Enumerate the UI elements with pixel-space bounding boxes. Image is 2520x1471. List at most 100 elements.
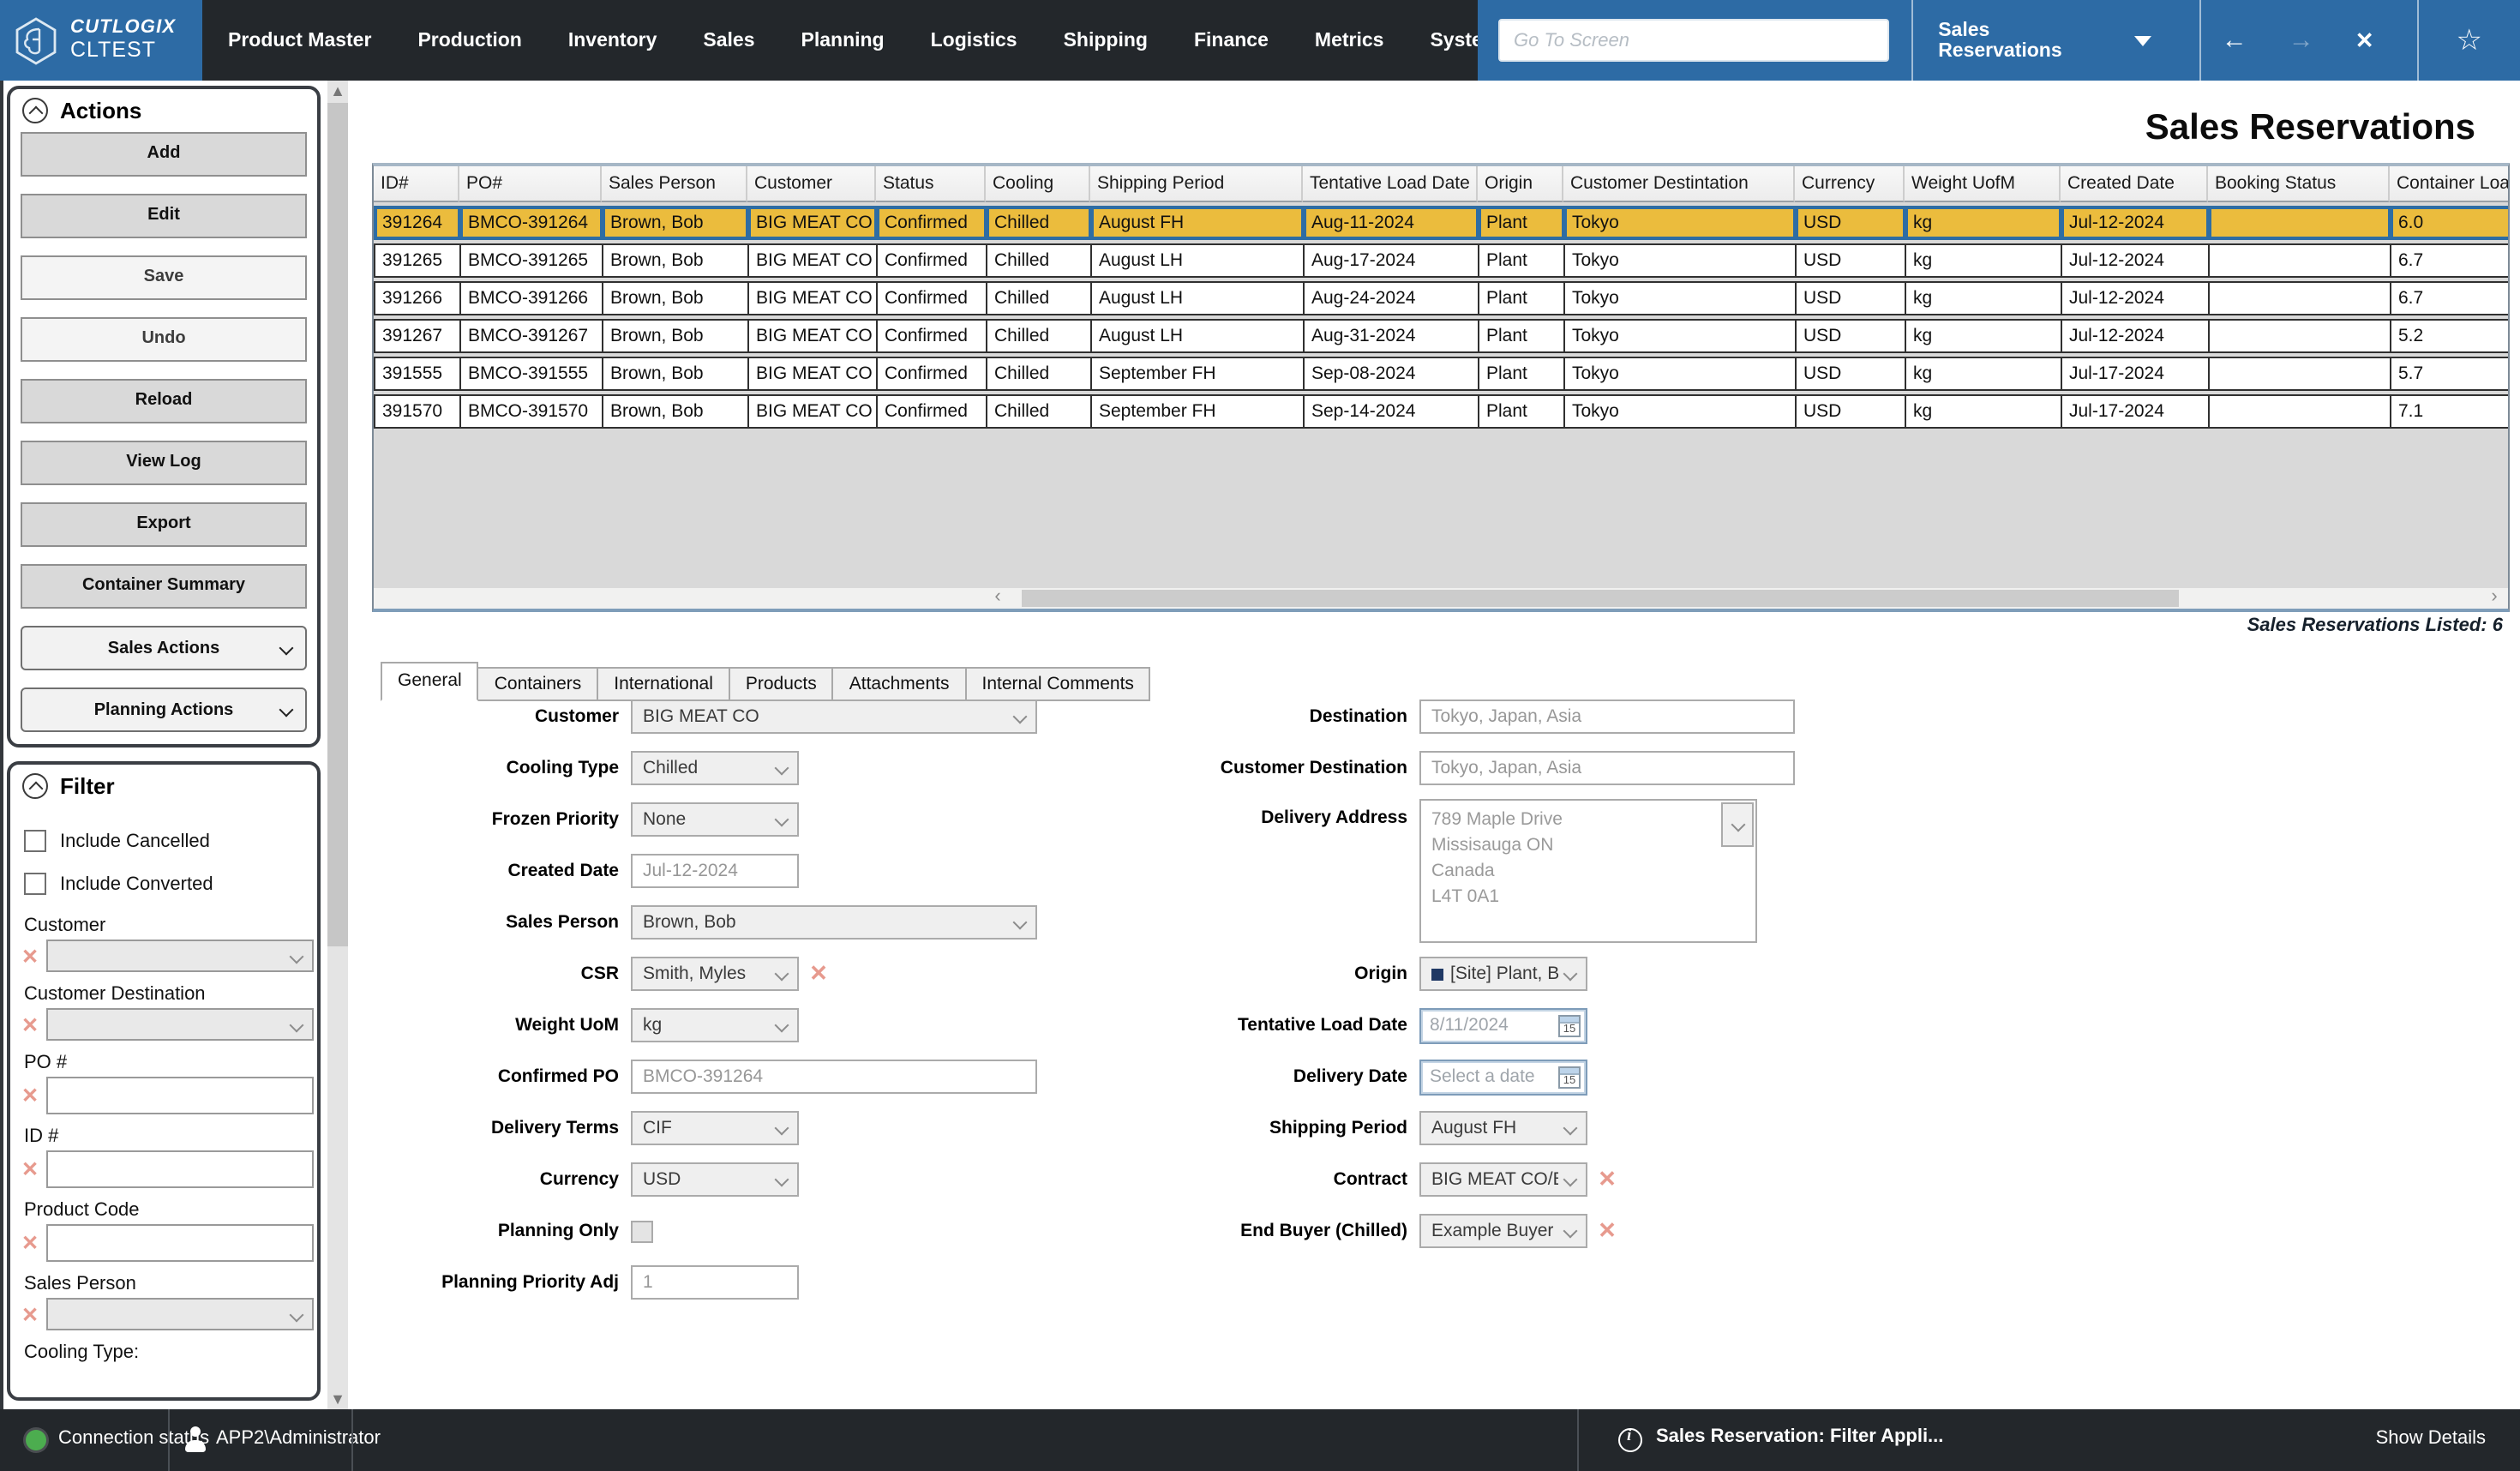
favorite-star-icon[interactable]: ☆ — [2419, 23, 2520, 57]
include-cancelled-checkbox[interactable] — [24, 830, 46, 852]
grid-row-391570[interactable]: 391570BMCO-391570Brown, BobBIG MEAT COCo… — [374, 394, 2510, 429]
grid-row-391555[interactable]: 391555BMCO-391555Brown, BobBIG MEAT COCo… — [374, 357, 2510, 391]
customer-destination-filter-select[interactable] — [46, 1008, 314, 1041]
clear-icon[interactable]: ✕ — [17, 1302, 43, 1326]
currency-select[interactable]: USD — [631, 1162, 799, 1197]
grid-row-391267[interactable]: 391267BMCO-391267Brown, BobBIG MEAT COCo… — [374, 319, 2510, 353]
end-buyer-chilled-select[interactable]: Example Buyer — [1419, 1214, 1587, 1248]
menu-item-planning[interactable]: Planning — [801, 30, 885, 51]
sales-actions-dropdown[interactable]: Sales Actions — [21, 626, 307, 670]
menu-item-finance[interactable]: Finance — [1194, 30, 1269, 51]
edit-button[interactable]: Edit — [21, 194, 307, 238]
column-header-weight-uofm[interactable]: Weight UofM — [1905, 166, 2061, 202]
tentative-load-date-input[interactable]: 8/11/202415 — [1419, 1007, 1587, 1043]
menu-item-metrics[interactable]: Metrics — [1315, 30, 1384, 51]
clear-icon[interactable]: ✕ — [806, 960, 831, 988]
po-filter-input[interactable] — [46, 1077, 314, 1114]
product-code-filter-input[interactable] — [46, 1224, 314, 1262]
menu-item-product-master[interactable]: Product Master — [228, 30, 371, 51]
column-header-cooling[interactable]: Cooling — [986, 166, 1090, 202]
column-header-sales-person[interactable]: Sales Person — [602, 166, 747, 202]
show-details-link[interactable]: Show Details — [2376, 1428, 2486, 1449]
sidebar-scrollbar[interactable]: ▲ ▼ — [327, 81, 348, 1409]
clear-icon[interactable]: ✕ — [17, 1231, 43, 1255]
column-header-id[interactable]: ID# — [374, 166, 459, 202]
column-header-origin[interactable]: Origin — [1478, 166, 1563, 202]
menu-item-production[interactable]: Production — [417, 30, 521, 51]
container-summary-button[interactable]: Container Summary — [21, 564, 307, 609]
back-arrow-icon[interactable]: ← — [2201, 26, 2268, 55]
calendar-icon[interactable]: 15 — [1558, 1066, 1581, 1088]
calendar-icon[interactable]: 15 — [1558, 1014, 1581, 1036]
export-button[interactable]: Export — [21, 502, 307, 547]
column-header-tentative-load-date[interactable]: Tentative Load Date — [1303, 166, 1478, 202]
grid-hscroll-thumb[interactable] — [1022, 590, 2179, 607]
destination-input[interactable]: Tokyo, Japan, Asia — [1419, 699, 1795, 734]
sales-person-select[interactable]: Brown, Bob — [631, 905, 1037, 940]
clear-icon[interactable]: ✕ — [1594, 1166, 1620, 1193]
frozen-priority-select[interactable]: None — [631, 802, 799, 837]
menu-item-shipping[interactable]: Shipping — [1064, 30, 1148, 51]
customer-select[interactable]: BIG MEAT CO — [631, 699, 1037, 734]
delivery-terms-select[interactable]: CIF — [631, 1111, 799, 1145]
save-button[interactable]: Save — [21, 255, 307, 300]
status-message[interactable]: Sales Reservation: Filter Appli... — [1656, 1426, 1943, 1447]
undo-button[interactable]: Undo — [21, 317, 307, 362]
menu-item-logistics[interactable]: Logistics — [931, 30, 1017, 51]
close-screen-icon[interactable]: ✕ — [2335, 27, 2395, 54]
include-converted-checkbox[interactable] — [24, 873, 46, 895]
delivery-date-input[interactable]: Select a date15 — [1419, 1059, 1587, 1095]
id-filter-input[interactable] — [46, 1150, 314, 1188]
tab-general[interactable]: General — [381, 662, 479, 701]
created-date-input[interactable]: Jul-12-2024 — [631, 854, 799, 888]
scroll-down-icon[interactable]: ▼ — [327, 1389, 348, 1409]
column-header-container-load[interactable]: Container Load — [2390, 166, 2510, 202]
column-header-customer-destintation[interactable]: Customer Destintation — [1563, 166, 1795, 202]
confirmed-po-input[interactable]: BMCO-391264 — [631, 1060, 1037, 1094]
clear-icon[interactable]: ✕ — [17, 944, 43, 968]
scroll-right-icon[interactable]: › — [2484, 588, 2505, 609]
view-log-button[interactable]: View Log — [21, 441, 307, 485]
go-to-screen-input[interactable] — [1498, 19, 1888, 62]
contract-select[interactable]: BIG MEAT CO/B — [1419, 1162, 1587, 1197]
sales-person-filter-select[interactable] — [46, 1298, 314, 1330]
grid-horizontal-scrollbar[interactable]: ‹ › — [374, 588, 2508, 609]
column-header-customer[interactable]: Customer — [747, 166, 876, 202]
planning-actions-dropdown[interactable]: Planning Actions — [21, 687, 307, 732]
weight-uom-select[interactable]: kg — [631, 1008, 799, 1042]
cooling-type-select[interactable]: Chilled — [631, 751, 799, 785]
menu-item-sales[interactable]: Sales — [703, 30, 754, 51]
collapse-chevron-icon[interactable] — [22, 773, 48, 799]
planning-only-checkbox[interactable] — [631, 1220, 653, 1242]
clear-icon[interactable]: ✕ — [17, 1157, 43, 1181]
column-header-created-date[interactable]: Created Date — [2061, 166, 2208, 202]
planning-priority-adj-input[interactable]: 1 — [631, 1265, 799, 1300]
csr-select[interactable]: Smith, Myles — [631, 957, 799, 991]
customer-filter-select[interactable] — [46, 940, 314, 972]
column-header-currency[interactable]: Currency — [1795, 166, 1905, 202]
column-header-status[interactable]: Status — [876, 166, 986, 202]
grid-row-391266[interactable]: 391266BMCO-391266Brown, BobBIG MEAT COCo… — [374, 281, 2510, 315]
grid-row-391265[interactable]: 391265BMCO-391265Brown, BobBIG MEAT COCo… — [374, 243, 2510, 278]
customer-destination-input[interactable]: Tokyo, Japan, Asia — [1419, 751, 1795, 785]
scroll-up-icon[interactable]: ▲ — [327, 81, 348, 101]
scroll-left-icon[interactable]: ‹ — [987, 588, 1008, 609]
collapse-chevron-icon[interactable] — [22, 98, 48, 123]
shipping-period-select[interactable]: August FH — [1419, 1111, 1587, 1145]
add-button[interactable]: Add — [21, 132, 307, 177]
clear-icon[interactable]: ✕ — [17, 1084, 43, 1108]
clear-icon[interactable]: ✕ — [1594, 1217, 1620, 1245]
grid-row-391264[interactable]: 391264BMCO-391264Brown, BobBIG MEAT COCo… — [374, 206, 2510, 240]
sidebar-scrollbar-thumb[interactable] — [327, 103, 348, 946]
delivery-address-textarea[interactable]: 789 Maple DriveMissisauga ONCanadaL4T 0A… — [1419, 799, 1757, 943]
screen-selector-dropdown[interactable]: Sales Reservations — [1912, 20, 2177, 61]
origin-select[interactable]: [Site] Plant, B — [1419, 957, 1587, 991]
delivery-address-dropdown-button[interactable] — [1721, 802, 1754, 847]
clear-icon[interactable]: ✕ — [17, 1012, 43, 1036]
reload-button[interactable]: Reload — [21, 379, 307, 423]
column-header-booking-status[interactable]: Booking Status — [2208, 166, 2390, 202]
column-header-po[interactable]: PO# — [459, 166, 602, 202]
menu-item-inventory[interactable]: Inventory — [568, 30, 657, 51]
column-header-shipping-period[interactable]: Shipping Period — [1090, 166, 1303, 202]
forward-arrow-icon[interactable]: → — [2268, 26, 2335, 55]
